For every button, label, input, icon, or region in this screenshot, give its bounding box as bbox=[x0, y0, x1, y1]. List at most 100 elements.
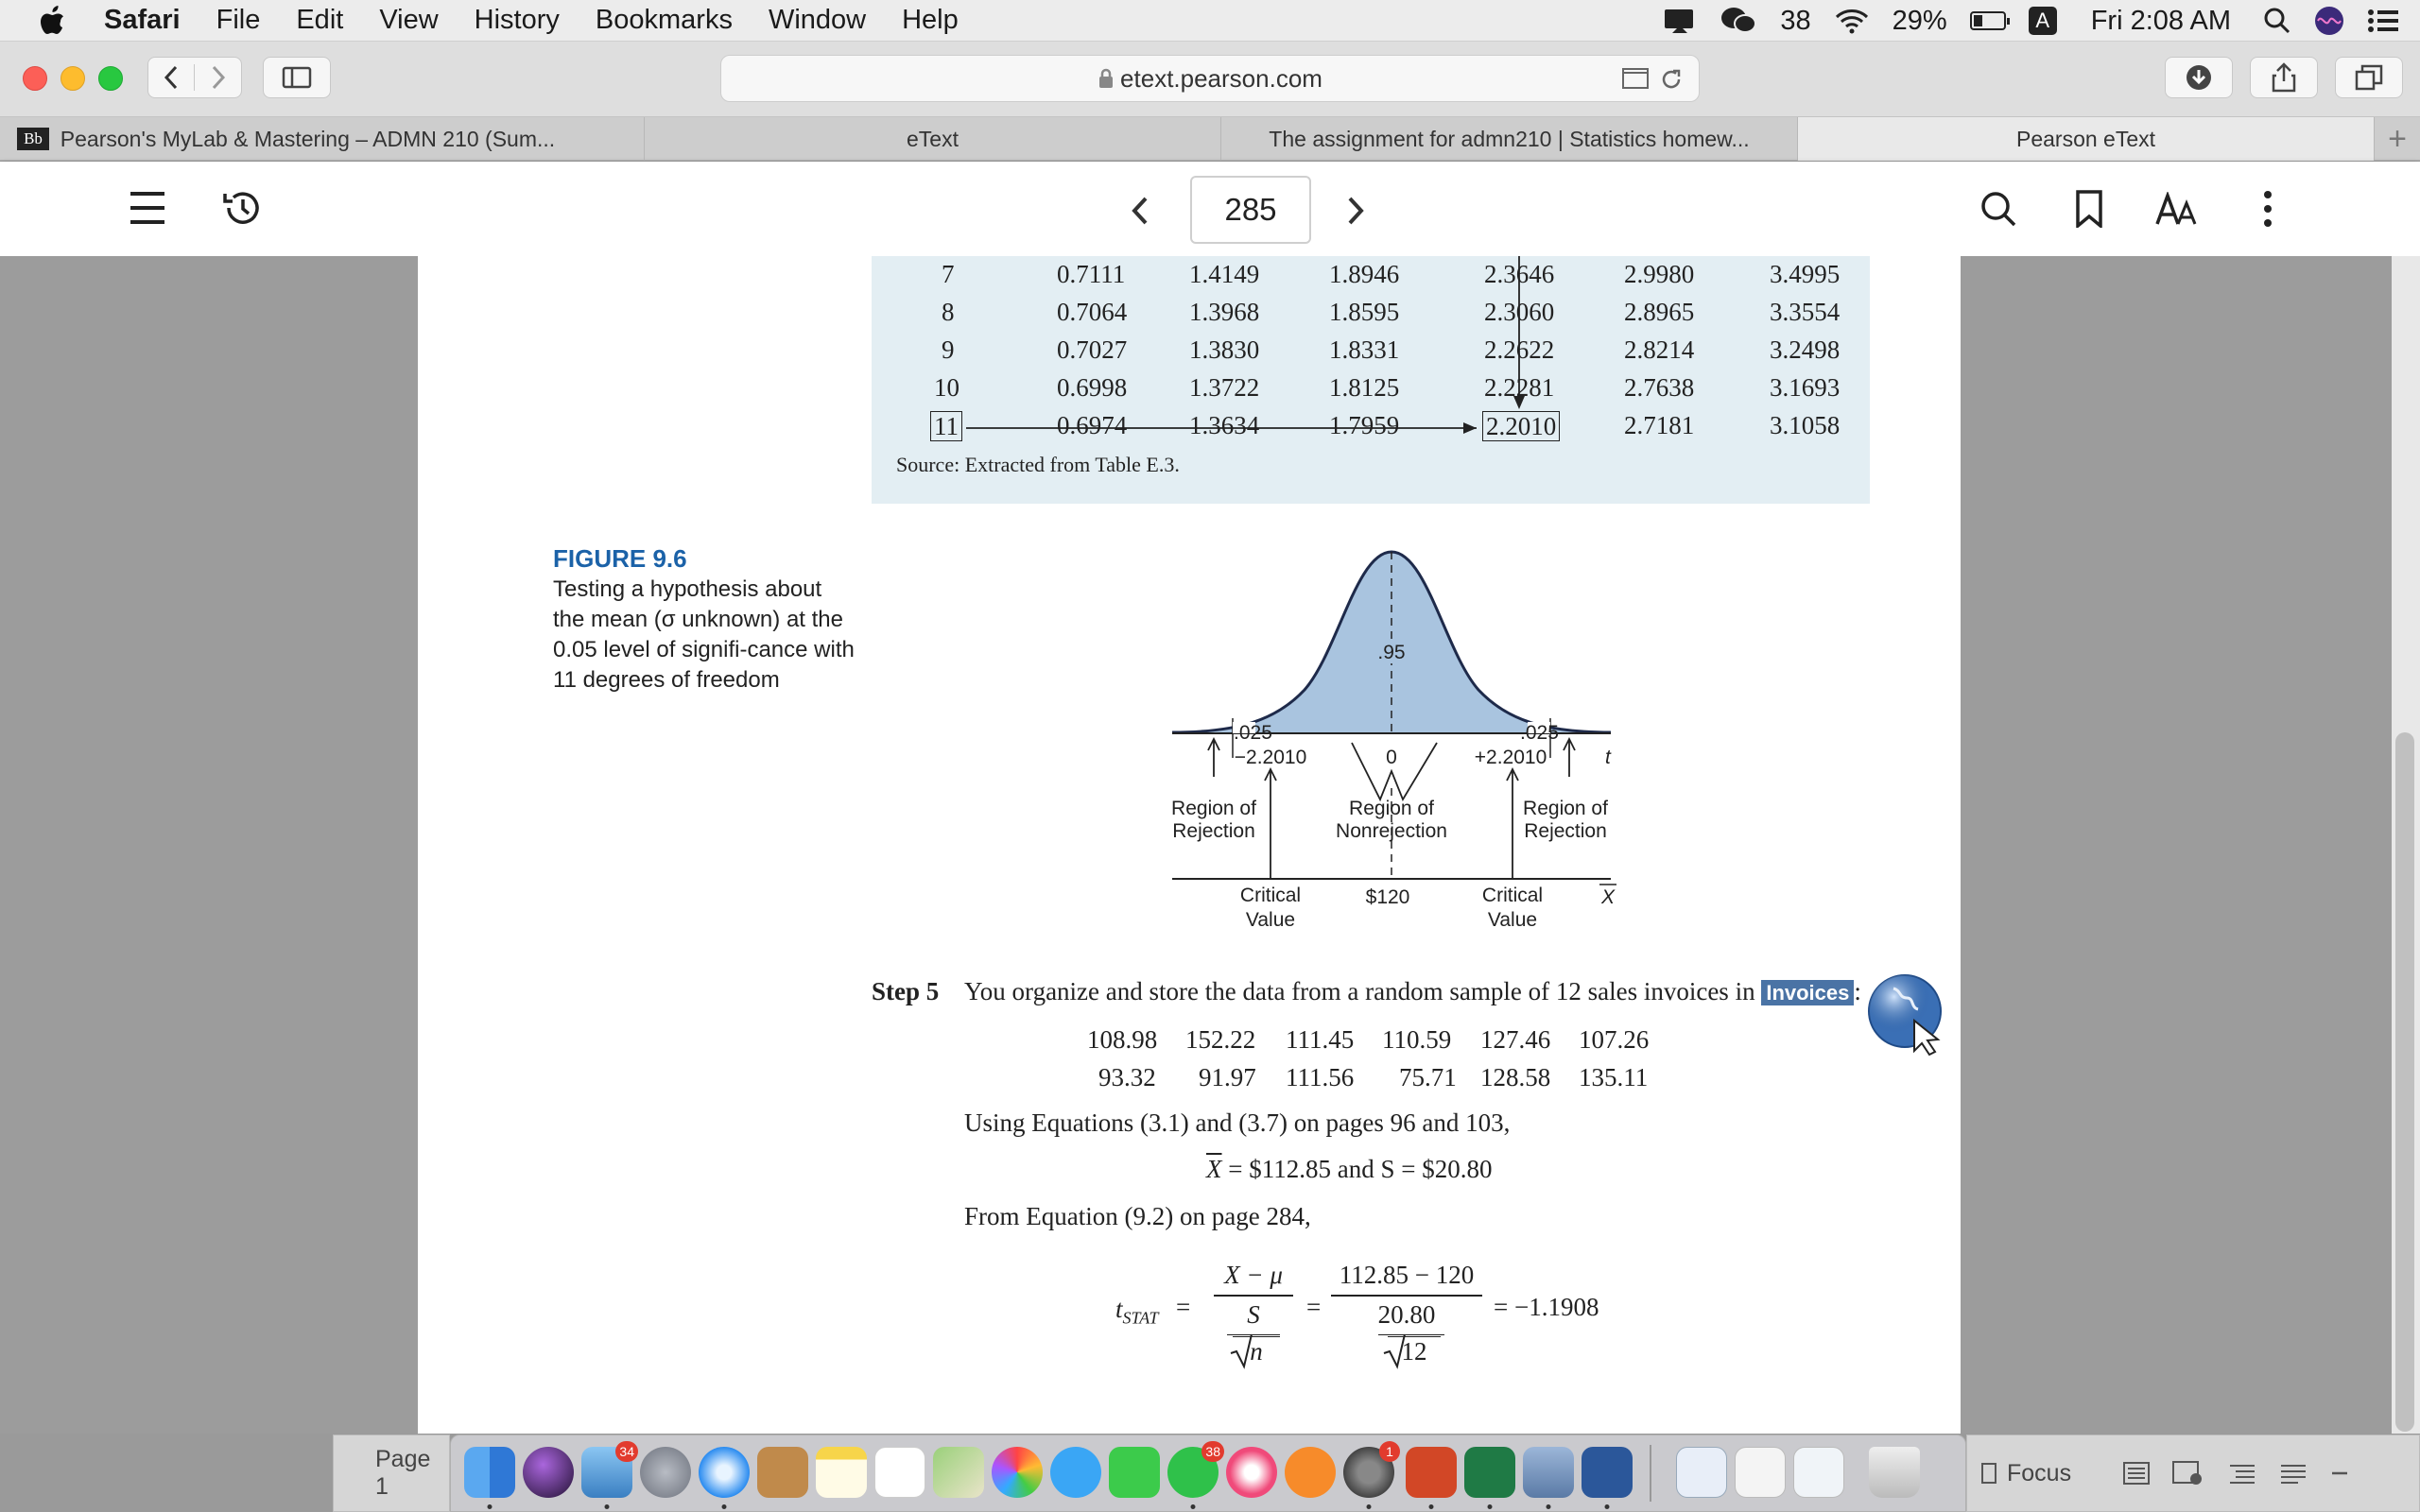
battery-icon[interactable] bbox=[1969, 11, 2010, 30]
excel-icon[interactable] bbox=[1464, 1447, 1515, 1509]
launchpad-icon[interactable] bbox=[640, 1447, 691, 1498]
focus-mode-label[interactable]: Focus bbox=[2007, 1460, 2071, 1487]
menu-icon[interactable] bbox=[129, 190, 166, 226]
fraction2-numerator: 112.85 − 120 bbox=[1339, 1261, 1475, 1289]
draft-icon[interactable] bbox=[2279, 1462, 2308, 1485]
critical-value-right-line2: Value bbox=[1488, 909, 1537, 931]
wechat-dock-icon[interactable]: 38 bbox=[1167, 1441, 1224, 1509]
trash-icon[interactable] bbox=[1869, 1447, 1920, 1498]
tstat-formula: tSTAT = X − μ S n = 112.85 − 120 20.80 1… bbox=[1115, 1261, 1599, 1366]
menu-history[interactable]: History bbox=[475, 5, 560, 36]
status-area: 38 29% A Fri 2:08 AM bbox=[1640, 0, 2399, 42]
data-value: 91.97 bbox=[1199, 1063, 1256, 1091]
menu-view[interactable]: View bbox=[379, 5, 438, 36]
invoices-file-link[interactable]: Invoices bbox=[1761, 980, 1855, 1005]
outline-icon[interactable] bbox=[2228, 1462, 2256, 1485]
search-icon[interactable] bbox=[1979, 190, 2017, 228]
siri-icon[interactable] bbox=[2314, 6, 2344, 36]
center-t: 0 bbox=[1386, 747, 1397, 768]
menu-edit[interactable]: Edit bbox=[296, 5, 343, 36]
close-window-button[interactable] bbox=[23, 66, 47, 91]
zoom-window-button[interactable] bbox=[98, 66, 123, 91]
minimized-window-3[interactable] bbox=[1793, 1447, 1844, 1498]
lock-icon bbox=[1098, 68, 1115, 89]
font-size-icon[interactable] bbox=[2155, 192, 2203, 226]
tab-assignment[interactable]: The assignment for admn210 | Statistics … bbox=[1221, 117, 1798, 161]
spotlight-icon[interactable] bbox=[2263, 7, 2291, 35]
more-options-icon[interactable] bbox=[2261, 190, 2274, 228]
figure-caption: Testing a hypothesis about the mean (σ u… bbox=[553, 576, 855, 693]
powerpoint-icon[interactable] bbox=[1406, 1447, 1457, 1509]
maps-icon[interactable] bbox=[933, 1447, 984, 1498]
right-critical-t: +2.2010 bbox=[1475, 747, 1547, 768]
reminders-icon[interactable] bbox=[874, 1447, 925, 1498]
finder-icon[interactable] bbox=[464, 1447, 515, 1509]
notification-center-icon[interactable] bbox=[2367, 8, 2399, 34]
wechat-icon[interactable] bbox=[1720, 6, 1757, 36]
tstat-symbol: tSTAT bbox=[1115, 1295, 1159, 1328]
forward-button[interactable] bbox=[195, 64, 241, 91]
web-layout-icon[interactable] bbox=[2171, 1460, 2204, 1486]
previous-page-button[interactable] bbox=[1131, 196, 1150, 226]
right-tail-area: .025 bbox=[1520, 722, 1559, 744]
itunes-icon[interactable] bbox=[1226, 1447, 1277, 1498]
globe-download-icon[interactable] bbox=[1867, 971, 1952, 1057]
rejection-left-line2: Rejection bbox=[1172, 820, 1255, 842]
clock[interactable]: Fri 2:08 AM bbox=[2091, 6, 2231, 37]
tab-pearson-etext[interactable]: Pearson eText bbox=[1798, 117, 2375, 161]
sidebar-button[interactable] bbox=[263, 57, 331, 98]
reader-view-icon[interactable] bbox=[1621, 67, 1650, 90]
critical-value-left-line1: Critical bbox=[1240, 885, 1301, 906]
zoom-out-icon[interactable] bbox=[2330, 1470, 2349, 1476]
minimized-window-1[interactable] bbox=[1676, 1447, 1727, 1498]
minimize-window-button[interactable] bbox=[60, 66, 85, 91]
tab-label: Pearson's MyLab & Mastering – ADMN 210 (… bbox=[60, 126, 556, 151]
notebook-icon[interactable] bbox=[757, 1447, 808, 1498]
input-source-indicator[interactable]: A bbox=[2028, 7, 2057, 35]
display-mirroring-icon[interactable] bbox=[1663, 7, 1697, 35]
downloads-button[interactable] bbox=[2165, 57, 2233, 98]
photos-icon[interactable] bbox=[992, 1447, 1043, 1498]
minimized-window-2[interactable] bbox=[1735, 1447, 1786, 1498]
word-icon[interactable] bbox=[1582, 1447, 1633, 1509]
tabs-overview-button[interactable] bbox=[2335, 57, 2403, 98]
menu-bookmarks[interactable]: Bookmarks bbox=[596, 5, 733, 36]
system-preferences-icon[interactable]: 1 bbox=[1343, 1441, 1400, 1509]
menu-help[interactable]: Help bbox=[902, 5, 959, 36]
tab-label: The assignment for admn210 | Statistics … bbox=[1269, 126, 1750, 151]
safari-icon[interactable] bbox=[699, 1447, 750, 1509]
new-tab-button[interactable]: + bbox=[2375, 117, 2420, 161]
notes-icon[interactable] bbox=[816, 1447, 867, 1498]
menu-app-name[interactable]: Safari bbox=[104, 5, 181, 36]
fraction1-den-top: S bbox=[1247, 1300, 1260, 1329]
facetime-icon[interactable] bbox=[1109, 1447, 1160, 1498]
mail-icon[interactable]: 34 bbox=[581, 1441, 638, 1509]
figure-title: FIGURE 9.6 bbox=[553, 544, 687, 573]
siri-dock-icon[interactable] bbox=[523, 1447, 574, 1498]
tab-etext[interactable]: eText bbox=[645, 117, 1221, 161]
wechat-badge: 38 bbox=[1201, 1441, 1224, 1462]
data-value: 128.58 bbox=[1480, 1063, 1551, 1091]
stats-values: = $112.85 and S = $20.80 bbox=[1228, 1155, 1493, 1183]
print-layout-icon[interactable] bbox=[2122, 1461, 2151, 1486]
messages-icon[interactable] bbox=[1050, 1447, 1101, 1498]
share-button[interactable] bbox=[2250, 57, 2318, 98]
menu-window[interactable]: Window bbox=[769, 5, 866, 36]
preview-icon[interactable] bbox=[1523, 1447, 1574, 1509]
back-button[interactable] bbox=[148, 64, 196, 91]
address-bar[interactable]: etext.pearson.com bbox=[720, 55, 1700, 102]
menu-file[interactable]: File bbox=[216, 5, 261, 36]
scrollbar-thumb[interactable] bbox=[2395, 732, 2414, 1432]
next-page-button[interactable] bbox=[1346, 196, 1365, 226]
reload-icon[interactable] bbox=[1659, 67, 1684, 92]
word-status-page: Page 1 bbox=[333, 1435, 450, 1512]
wifi-icon[interactable] bbox=[1834, 8, 1870, 34]
apple-menu-icon[interactable] bbox=[38, 5, 72, 37]
tab-mylab[interactable]: Bb Pearson's MyLab & Mastering – ADMN 21… bbox=[0, 117, 645, 161]
focus-icon[interactable] bbox=[1980, 1462, 1997, 1485]
page-number-input[interactable]: 285 bbox=[1190, 176, 1311, 244]
bookmark-icon[interactable] bbox=[2074, 190, 2104, 228]
mail-badge: 34 bbox=[615, 1441, 638, 1462]
books-icon[interactable] bbox=[1285, 1447, 1336, 1498]
history-icon[interactable] bbox=[221, 188, 263, 228]
